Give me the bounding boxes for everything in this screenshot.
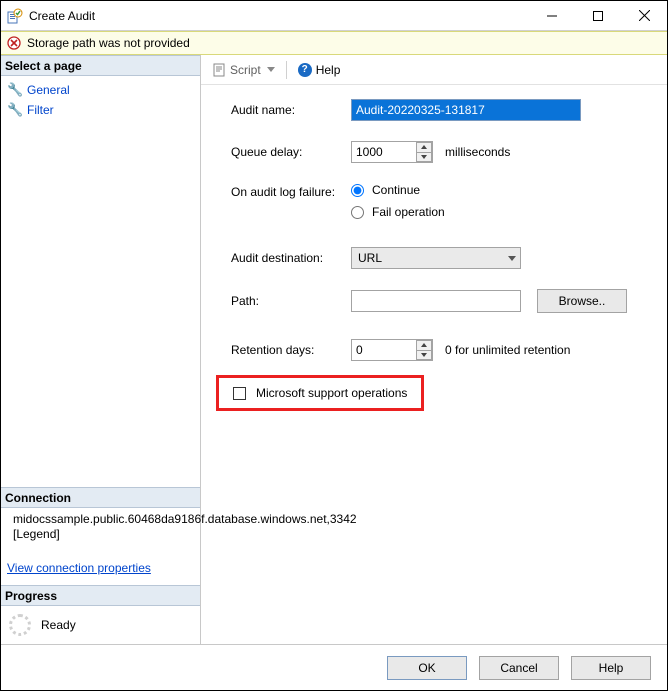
form: Audit name: Queue delay: milliseconds — [201, 85, 667, 431]
window-title: Create Audit — [29, 9, 95, 23]
right-pane: Script ? Help Audit name: Queue delay: — [201, 55, 667, 644]
progress-spinner-icon — [9, 614, 31, 636]
ok-button[interactable]: OK — [387, 656, 467, 680]
browse-button[interactable]: Browse.. — [537, 289, 627, 313]
wrench-icon: 🔧 — [7, 82, 21, 98]
toolbar: Script ? Help — [201, 55, 667, 85]
ms-support-label: Microsoft support operations — [256, 386, 407, 400]
audit-dest-label: Audit destination: — [231, 251, 351, 265]
progress-header: Progress — [1, 585, 200, 606]
titlebar: Create Audit — [1, 1, 667, 31]
page-label: Filter — [27, 103, 54, 117]
radio-continue-input[interactable] — [351, 184, 364, 197]
help-button[interactable]: ? Help — [293, 60, 346, 80]
path-label: Path: — [231, 294, 351, 308]
script-icon — [212, 63, 226, 77]
maximize-icon — [593, 11, 603, 21]
chevron-down-icon — [421, 353, 427, 357]
retention-spinner[interactable] — [351, 339, 433, 361]
queue-delay-suffix: milliseconds — [445, 145, 510, 159]
chevron-down-icon — [267, 67, 275, 72]
radio-continue[interactable]: Continue — [351, 183, 445, 197]
help-button[interactable]: Help — [571, 656, 651, 680]
chevron-up-icon — [421, 343, 427, 347]
queue-delay-label: Queue delay: — [231, 145, 351, 159]
queue-delay-spinner[interactable] — [351, 141, 433, 163]
close-icon — [639, 10, 650, 21]
radio-fail-input[interactable] — [351, 206, 364, 219]
radio-fail-operation[interactable]: Fail operation — [351, 205, 445, 219]
page-label: General — [27, 83, 70, 97]
left-pane: Select a page 🔧 General 🔧 Filter Connect… — [1, 55, 201, 644]
audit-name-input[interactable] — [351, 99, 581, 121]
audit-name-label: Audit name: — [231, 103, 351, 117]
highlight-ms-support: Microsoft support operations — [216, 375, 424, 411]
create-audit-dialog: Create Audit Storage path was not provid… — [0, 0, 668, 691]
retention-suffix: 0 for unlimited retention — [445, 343, 570, 357]
chevron-up-icon — [421, 145, 427, 149]
view-connection-properties-link[interactable]: View connection properties — [1, 553, 200, 585]
cancel-button[interactable]: Cancel — [479, 656, 559, 680]
page-item-filter[interactable]: 🔧 Filter — [5, 100, 196, 120]
spin-up-button[interactable] — [416, 340, 432, 350]
chevron-down-icon — [502, 256, 516, 261]
minimize-button[interactable] — [529, 1, 575, 30]
error-text: Storage path was not provided — [27, 36, 190, 50]
chevron-down-icon — [421, 155, 427, 159]
path-input[interactable] — [351, 290, 521, 312]
audit-destination-select[interactable]: URL — [351, 247, 521, 269]
help-icon: ? — [298, 63, 312, 77]
script-dropdown[interactable]: Script — [207, 60, 280, 80]
page-item-general[interactable]: 🔧 General — [5, 80, 196, 100]
retention-label: Retention days: — [231, 343, 351, 357]
progress-status: Ready — [41, 618, 76, 632]
wrench-icon: 🔧 — [7, 102, 21, 118]
on-failure-label: On audit log failure: — [231, 183, 351, 199]
connection-header: Connection — [1, 487, 200, 508]
spin-down-button[interactable] — [416, 152, 432, 163]
spin-down-button[interactable] — [416, 350, 432, 361]
close-button[interactable] — [621, 1, 667, 30]
spin-up-button[interactable] — [416, 142, 432, 152]
minimize-icon — [547, 11, 557, 21]
ms-support-checkbox[interactable] — [233, 387, 246, 400]
audit-app-icon — [7, 8, 23, 24]
error-icon — [7, 36, 21, 50]
maximize-button[interactable] — [575, 1, 621, 30]
error-banner: Storage path was not provided — [1, 31, 667, 55]
select-page-header: Select a page — [1, 55, 200, 76]
dialog-footer: OK Cancel Help — [1, 644, 667, 690]
